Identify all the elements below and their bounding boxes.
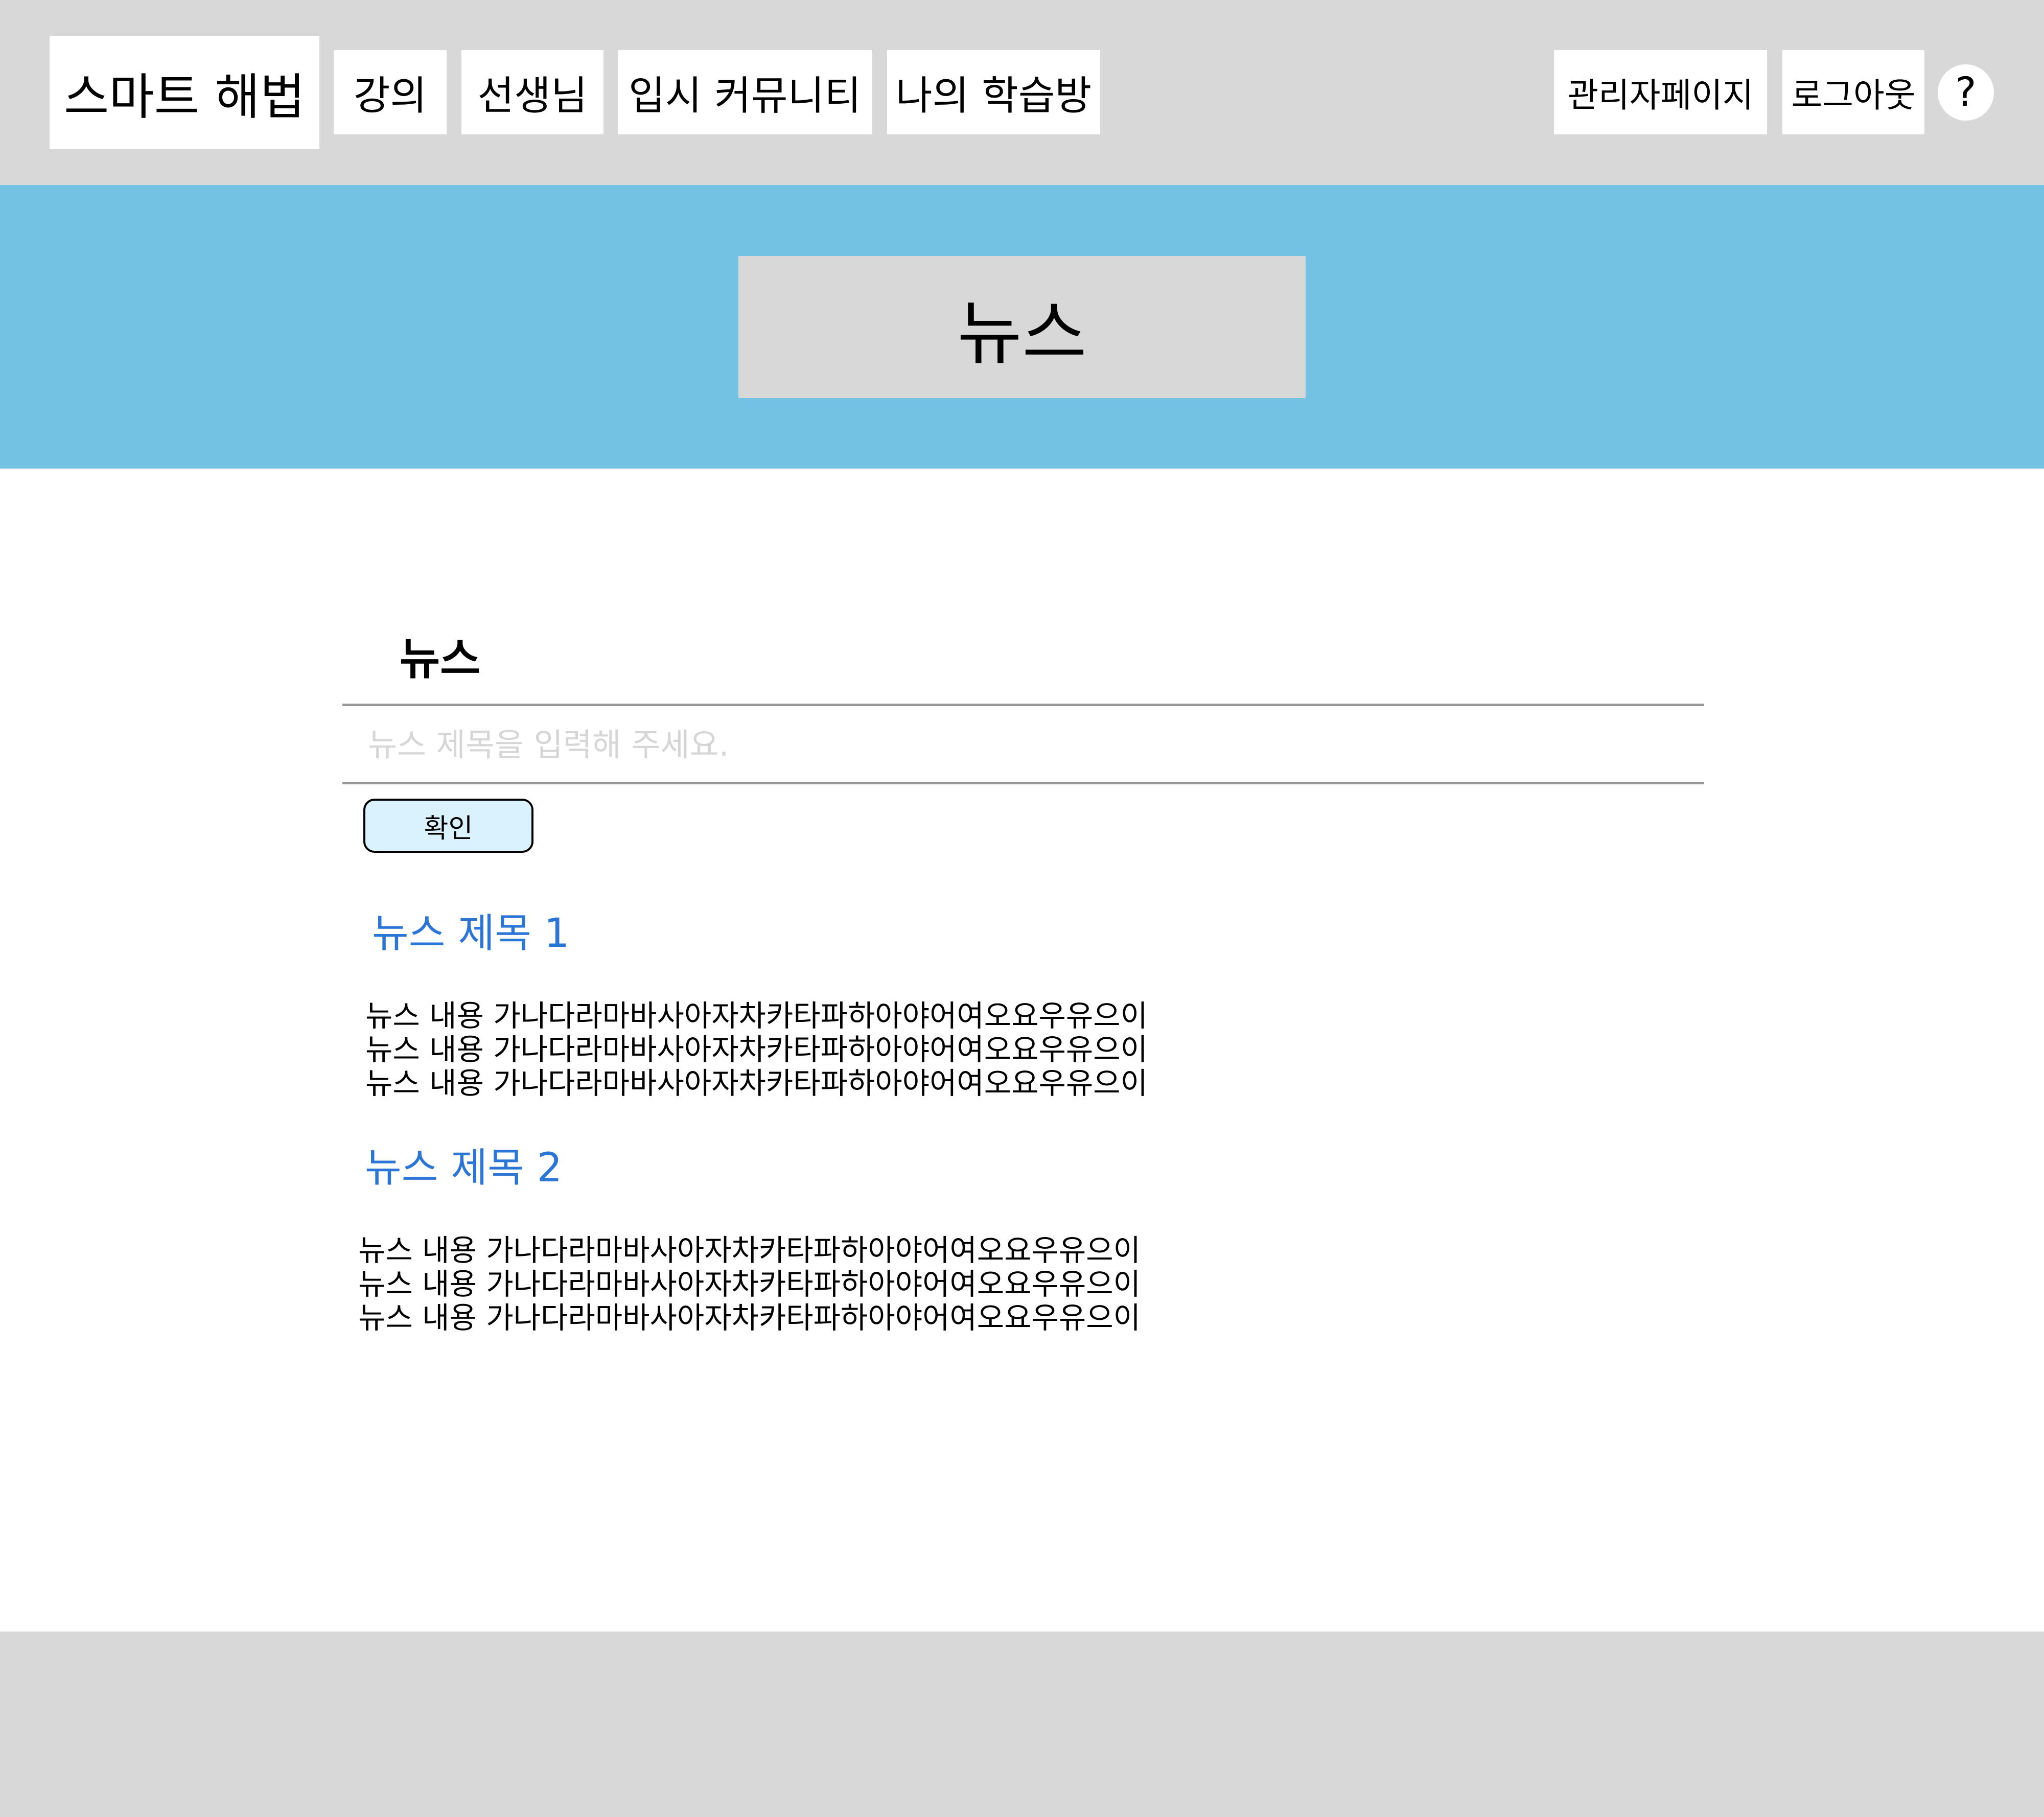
header: 스마트 해법 강의 선생님 입시 커뮤니티 나의 학습방 관리자페이지 로그아웃… [0,0,2044,185]
nav-community[interactable]: 입시 커뮤니티 [618,50,872,134]
logout-button[interactable]: 로그아웃 [1782,50,1924,134]
news-search-input[interactable] [358,711,1686,778]
news-title-link[interactable]: 뉴스 제목 2 [365,1148,562,1188]
news-content: 뉴스 내용 가나다라마바사아자차카타파하아야어여오요우유으이 뉴스 내용 가나다… [358,1233,1141,1335]
news-content: 뉴스 내용 가나다라마바사아자차카타파하아야어여오요우유으이 뉴스 내용 가나다… [365,999,1148,1100]
news-title-link[interactable]: 뉴스 제목 1 [372,914,569,953]
section-title: 뉴스 [400,634,481,685]
admin-page-button[interactable]: 관리자페이지 [1554,50,1767,134]
nav-study-room[interactable]: 나의 학습방 [887,50,1100,134]
news-content-line: 뉴스 내용 가나다라마바사아자차카타파하아야어여오요우유으이 [358,1300,1141,1335]
news-content-line: 뉴스 내용 가나다라마바사아자차카타파하아야어여오요우유으이 [365,1032,1148,1067]
page-banner: 뉴스 [0,185,2044,469]
news-content-line: 뉴스 내용 가나다라마바사아자차카타파하아야어여오요우유으이 [365,998,1148,1033]
news-content-line: 뉴스 내용 가나다라마바사아자차카타파하아야어여오요우유으이 [358,1267,1141,1301]
news-content-line: 뉴스 내용 가나다라마바사아자차카타파하아야어여오요우유으이 [358,1233,1141,1268]
logo[interactable]: 스마트 해법 [50,36,319,149]
search-divider-bottom [342,782,1704,784]
help-button[interactable]: ? [1938,64,1994,121]
confirm-button[interactable]: 확인 [363,799,533,853]
nav-lecture[interactable]: 강의 [334,50,447,134]
banner-title: 뉴스 [738,256,1306,398]
nav-teacher[interactable]: 선생님 [461,50,603,134]
search-divider-top [342,704,1704,706]
news-content-line: 뉴스 내용 가나다라마바사아자차카타파하아야어여오요우유으이 [365,1066,1148,1101]
footer [0,1632,2044,1817]
